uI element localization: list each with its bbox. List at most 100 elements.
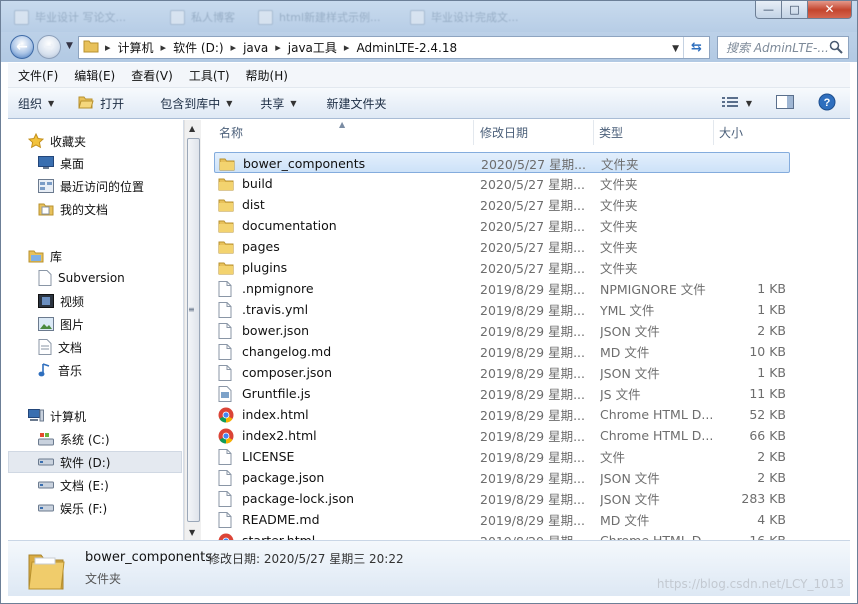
nav-item-pictures[interactable]: 图片: [38, 313, 84, 335]
close-button[interactable]: ✕: [808, 0, 852, 19]
menu-edit[interactable]: 编辑(E): [66, 67, 123, 84]
nav-pane-scrollbar[interactable]: ▲ ≡ ▼: [184, 120, 201, 540]
file-row[interactable]: .travis.yml 2019/8/29 星期... YML 文件 1 KB: [214, 299, 790, 320]
nav-item-videos[interactable]: 视频: [38, 290, 84, 312]
nav-favorites[interactable]: 收藏夹: [28, 130, 86, 152]
breadcrumb-separator[interactable]: ▸: [344, 41, 350, 54]
search-input[interactable]: 搜索 AdminLTE-...: [717, 36, 849, 59]
nav-item-my-documents[interactable]: 我的文档: [38, 198, 108, 220]
scrollbar-thumb[interactable]: [187, 138, 200, 522]
column-header-name[interactable]: 名称: [202, 120, 474, 145]
file-name-cell[interactable]: package.json: [218, 467, 468, 488]
breadcrumb-separator[interactable]: ▸: [161, 41, 167, 54]
file-name-cell[interactable]: index.html: [218, 404, 468, 425]
scroll-up-arrow[interactable]: ▲: [189, 124, 195, 133]
file-row[interactable]: index.html 2019/8/29 星期... Chrome HTML D..…: [214, 404, 790, 425]
column-header-size[interactable]: 大小: [714, 120, 804, 145]
file-row[interactable]: bower.json 2019/8/29 星期... JSON 文件 2 KB: [214, 320, 790, 341]
nav-item-drive-e[interactable]: 文档 (E:): [38, 474, 109, 496]
file-name-cell[interactable]: bower.json: [218, 320, 468, 341]
file-row[interactable]: composer.json 2019/8/29 星期... JSON 文件 1 KB: [214, 362, 790, 383]
file-row[interactable]: plugins 2020/5/27 星期... 文件夹: [214, 257, 790, 278]
minimize-button[interactable]: —: [755, 0, 782, 19]
file-row[interactable]: package.json 2019/8/29 星期... JSON 文件 2 KB: [214, 467, 790, 488]
share-button[interactable]: 共享 ▼: [240, 88, 304, 118]
column-header-type[interactable]: 类型: [594, 120, 714, 145]
nav-item-desktop[interactable]: 桌面: [38, 152, 84, 174]
maximize-button[interactable]: □: [782, 0, 808, 19]
change-view-button[interactable]: ▼: [721, 96, 752, 111]
file-name-cell[interactable]: build: [218, 173, 468, 194]
address-dropdown[interactable]: ▼: [672, 44, 679, 54]
include-in-library-button[interactable]: 包含到库中 ▼: [132, 88, 240, 118]
breadcrumb-item[interactable]: 计算机: [118, 39, 154, 56]
file-row[interactable]: documentation 2020/5/27 星期... 文件夹: [214, 215, 790, 236]
forward-button[interactable]: →: [37, 35, 61, 59]
column-header-date[interactable]: 修改日期: [474, 120, 594, 145]
organize-button[interactable]: 组织 ▼: [8, 88, 62, 118]
breadcrumb-item[interactable]: java: [243, 41, 268, 55]
file-name-cell[interactable]: composer.json: [218, 362, 468, 383]
new-folder-button[interactable]: 新建文件夹: [305, 88, 395, 118]
nav-item-drive-c[interactable]: 系统 (C:): [38, 428, 110, 450]
breadcrumb-item[interactable]: AdminLTE-2.4.18: [356, 41, 457, 55]
file-name-cell[interactable]: Gruntfile.js: [218, 383, 468, 404]
background-tab: 毕业设计 写论文...: [14, 7, 126, 27]
file-row[interactable]: index2.html 2019/8/29 星期... Chrome HTML D.…: [214, 425, 790, 446]
recent-pages-dropdown[interactable]: ▼: [66, 41, 73, 51]
nav-item-drive-f[interactable]: 娱乐 (F:): [38, 497, 107, 519]
file-name-cell[interactable]: dist: [218, 194, 468, 215]
file-row[interactable]: dist 2020/5/27 星期... 文件夹: [214, 194, 790, 215]
file-row[interactable]: LICENSE 2019/8/29 星期... 文件 2 KB: [214, 446, 790, 467]
file-name-cell[interactable]: pages: [218, 236, 468, 257]
scroll-down-arrow[interactable]: ▼: [189, 528, 195, 537]
breadcrumb-separator[interactable]: ▸: [275, 41, 281, 54]
file-row[interactable]: Gruntfile.js 2019/8/29 星期... JS 文件 11 KB: [214, 383, 790, 404]
menu-file[interactable]: 文件(F): [10, 67, 66, 84]
nav-libraries[interactable]: 库: [28, 245, 62, 267]
file-name-cell[interactable]: .npmignore: [218, 278, 468, 299]
nav-item-drive-d[interactable]: 软件 (D:): [8, 451, 182, 473]
nav-item-music[interactable]: 音乐: [38, 359, 82, 381]
menu-help[interactable]: 帮助(H): [238, 67, 296, 84]
file-name-cell[interactable]: documentation: [218, 215, 468, 236]
file-name-cell[interactable]: plugins: [218, 257, 468, 278]
nav-item-recent-places[interactable]: 最近访问的位置: [38, 175, 144, 197]
back-button[interactable]: ←: [10, 35, 34, 59]
file-date-cell: 2019/8/29 星期...: [480, 366, 585, 381]
file-name-cell[interactable]: package-lock.json: [218, 488, 468, 509]
file-row[interactable]: changelog.md 2019/8/29 星期... MD 文件 10 KB: [214, 341, 790, 362]
address-bar[interactable]: ▸ 计算机 ▸ 软件 (D:) ▸ java ▸ java工具 ▸ AdminL…: [78, 36, 710, 59]
open-button[interactable]: 打开: [62, 88, 132, 118]
file-row[interactable]: pages 2020/5/27 星期... 文件夹: [214, 236, 790, 257]
nav-favorites-label: 收藏夹: [50, 134, 87, 149]
file-row[interactable]: bower_components 2020/5/27 星期... 文件夹: [214, 152, 790, 173]
file-name-cell[interactable]: bower_components: [219, 153, 469, 174]
file-name-cell[interactable]: starter.html: [218, 530, 468, 540]
preview-pane-button[interactable]: [776, 95, 794, 112]
search-icon[interactable]: [829, 40, 843, 57]
nav-item-documents[interactable]: 文档: [38, 336, 82, 358]
menu-view[interactable]: 查看(V): [123, 67, 181, 84]
file-row[interactable]: .npmignore 2019/8/29 星期... NPMIGNORE 文件 1 K…: [214, 278, 790, 299]
file-row[interactable]: build 2020/5/27 星期... 文件夹: [214, 173, 790, 194]
breadcrumb-item[interactable]: 软件 (D:): [173, 39, 223, 56]
file-row[interactable]: package-lock.json 2019/8/29 星期... JSON 文件 2…: [214, 488, 790, 509]
nav-computer[interactable]: 计算机: [28, 405, 86, 427]
nav-item-subversion[interactable]: Subversion: [38, 267, 125, 289]
file-row[interactable]: starter.html 2019/8/29 星期... Chrome HTML D…: [214, 530, 790, 540]
breadcrumb-item[interactable]: java工具: [288, 39, 337, 56]
file-type-cell: 文件夹: [600, 261, 638, 276]
file-name-cell[interactable]: LICENSE: [218, 446, 468, 467]
file-name-cell[interactable]: README.md: [218, 509, 468, 530]
breadcrumb-separator[interactable]: ▸: [105, 41, 111, 54]
file-row[interactable]: README.md 2019/8/29 星期... MD 文件 4 KB: [214, 509, 790, 530]
refresh-button[interactable]: ⇆: [683, 37, 709, 58]
file-name-cell[interactable]: index2.html: [218, 425, 468, 446]
menu-tools[interactable]: 工具(T): [181, 67, 238, 84]
breadcrumb-separator[interactable]: ▸: [231, 41, 237, 54]
file-name-cell[interactable]: changelog.md: [218, 341, 468, 362]
file-name-cell[interactable]: .travis.yml: [218, 299, 468, 320]
drive-icon: [38, 503, 54, 513]
help-button[interactable]: ?: [818, 93, 836, 114]
